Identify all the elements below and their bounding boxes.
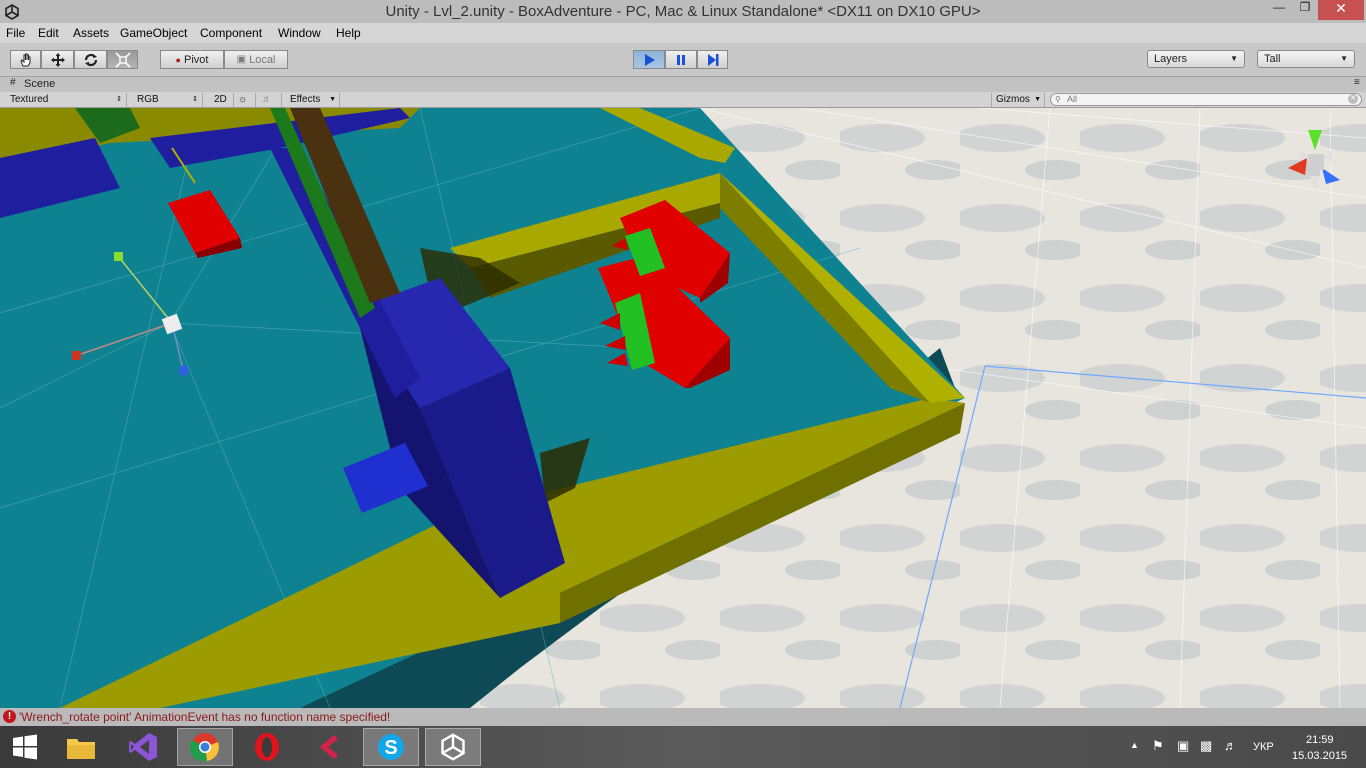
search-icon: ⚲: [1055, 95, 1061, 104]
maximize-button[interactable]: ❐: [1292, 0, 1318, 20]
tab-scene[interactable]: Scene: [24, 78, 55, 90]
menu-bar: File Edit Assets GameObject Component Wi…: [0, 23, 1366, 43]
language-indicator[interactable]: УКР: [1253, 741, 1274, 753]
effects-dropdown[interactable]: Effects ▼: [286, 93, 340, 107]
chevron-down-icon: ▼: [1230, 54, 1238, 63]
render-mode-dropdown[interactable]: Textured ⇕: [6, 93, 127, 107]
taskbar-file-explorer[interactable]: [53, 728, 109, 766]
scene-tab-icon: #: [10, 77, 16, 88]
move-icon: [50, 52, 65, 67]
git-client-icon: [320, 735, 338, 759]
chevron-down-icon: ▼: [329, 96, 336, 103]
close-button[interactable]: ✕: [1318, 0, 1364, 20]
taskbar-visual-studio[interactable]: [115, 728, 171, 766]
move-tool-button[interactable]: [41, 50, 74, 69]
speaker-icon: ♬: [262, 94, 272, 105]
device-icon[interactable]: ▣: [1177, 738, 1189, 754]
menu-gameobject[interactable]: GameObject: [120, 26, 187, 40]
scale-icon: [114, 51, 131, 68]
cube-icon: ▣: [236, 54, 247, 65]
layers-dropdown[interactable]: Layers ▼: [1147, 50, 1245, 68]
pivot-toggle[interactable]: ● Pivot: [160, 50, 224, 69]
main-toolbar: ● Pivot ▣ Local Layers ▼ Tall ▼: [0, 43, 1366, 77]
svg-text:S: S: [384, 737, 397, 759]
layers-label: Layers: [1154, 53, 1188, 65]
chevron-down-icon: ▼: [1340, 54, 1348, 63]
panel-menu-icon[interactable]: ≡: [1354, 77, 1360, 88]
opera-icon: [255, 733, 279, 761]
lighting-toggle[interactable]: ☼: [234, 93, 256, 107]
rotate-icon: [84, 53, 97, 66]
audio-toggle[interactable]: ♬: [258, 93, 282, 107]
menu-help[interactable]: Help: [336, 26, 361, 40]
clear-search-icon[interactable]: ✕: [1348, 94, 1358, 104]
pause-button[interactable]: [665, 50, 697, 69]
chrome-icon: [190, 733, 219, 762]
network-icon[interactable]: ▩: [1200, 738, 1212, 754]
play-icon: [645, 53, 655, 66]
effects-label: Effects: [290, 94, 321, 105]
windows-logo-icon: [13, 734, 37, 760]
taskbar-git-client[interactable]: [301, 728, 357, 766]
folder-icon: [67, 739, 95, 759]
scene-render: [0, 108, 1366, 708]
color-mode-label: RGB: [137, 94, 159, 105]
scale-tool-button[interactable]: [107, 50, 138, 69]
sun-icon: ☼: [238, 94, 248, 105]
minimize-button[interactable]: —: [1266, 0, 1292, 20]
gizmos-label: Gizmos: [996, 94, 1030, 105]
pivot-icon: ●: [175, 54, 181, 65]
menu-assets[interactable]: Assets: [73, 26, 109, 40]
taskbar-unity[interactable]: [425, 728, 481, 766]
2d-label: 2D: [214, 94, 227, 105]
render-mode-label: Textured: [10, 94, 49, 105]
color-mode-dropdown[interactable]: RGB ⇕: [133, 93, 203, 107]
chevron-down-icon: ▼: [1034, 96, 1041, 103]
taskbar-skype[interactable]: S: [363, 728, 419, 766]
menu-edit[interactable]: Edit: [38, 26, 59, 40]
hierarchy-search-input[interactable]: ⚲ All ✕: [1050, 93, 1362, 106]
layout-dropdown[interactable]: Tall ▼: [1257, 50, 1355, 68]
pivot-label: Pivot: [183, 53, 209, 66]
window-title: Unity - Lvl_2.unity - BoxAdventure - PC,…: [385, 3, 981, 20]
pause-icon: [677, 54, 685, 65]
hand-tool-button[interactable]: [10, 50, 41, 69]
taskbar-chrome[interactable]: [177, 728, 233, 766]
layout-label: Tall: [1264, 53, 1281, 65]
start-button[interactable]: [0, 728, 50, 766]
local-label: Local: [249, 53, 276, 66]
volume-icon[interactable]: ♬: [1224, 738, 1237, 753]
visual-studio-icon: [129, 733, 157, 761]
2d-toggle[interactable]: 2D: [210, 93, 234, 107]
unity-icon: [441, 733, 465, 761]
play-button[interactable]: [633, 50, 665, 69]
skype-icon: S: [378, 734, 404, 760]
error-icon: !: [3, 710, 16, 723]
menu-component[interactable]: Component: [200, 26, 262, 40]
console-status-bar[interactable]: ! 'Wrench_rotate point' AnimationEvent h…: [0, 708, 1366, 726]
rotate-tool-button[interactable]: [74, 50, 107, 69]
menu-file[interactable]: File: [6, 26, 25, 40]
menu-window[interactable]: Window: [278, 26, 321, 40]
scene-tab-strip: # Scene ≡: [0, 77, 1366, 92]
action-center-icon[interactable]: ⚑: [1152, 738, 1164, 754]
local-toggle[interactable]: ▣ Local: [224, 50, 288, 69]
updown-icon: ⇕: [192, 96, 198, 103]
taskbar-opera[interactable]: [239, 728, 295, 766]
tray-overflow-icon[interactable]: ▲: [1130, 740, 1139, 750]
search-placeholder: All: [1067, 94, 1078, 104]
status-message: 'Wrench_rotate point' AnimationEvent has…: [19, 710, 391, 724]
step-button[interactable]: [697, 50, 728, 69]
title-bar: Unity - Lvl_2.unity - BoxAdventure - PC,…: [0, 0, 1366, 23]
updown-icon: ⇕: [116, 96, 122, 103]
scene-viewport[interactable]: [0, 108, 1366, 708]
windows-taskbar: S ▲ ⚑ ▣ ▩ ♬ УКР 21:59 15.03.2015: [0, 726, 1366, 768]
clock-date[interactable]: 15.03.2015: [1292, 750, 1347, 762]
clock-time[interactable]: 21:59: [1306, 734, 1334, 746]
hand-icon: [19, 53, 30, 66]
gizmos-dropdown[interactable]: Gizmos ▼: [991, 93, 1045, 107]
step-icon: [707, 53, 718, 66]
scene-control-bar: Textured ⇕ RGB ⇕ 2D ☼ ♬ Effects ▼ Gizmos…: [0, 92, 1366, 108]
